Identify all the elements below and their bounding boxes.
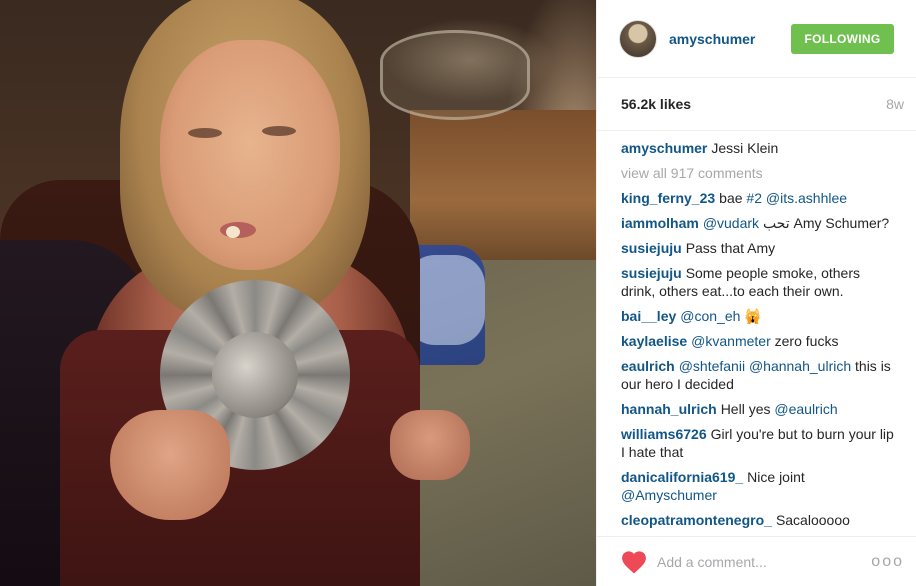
comment-username[interactable]: williams6726 (621, 426, 707, 442)
post-photo[interactable] (0, 0, 596, 586)
avatar[interactable] (619, 19, 657, 58)
photo-right-eye (262, 126, 296, 136)
photo-hand-right (390, 410, 470, 480)
author-username[interactable]: amyschumer (669, 31, 791, 47)
comment-text: تحب Amy Schumer? (759, 215, 890, 231)
comment-username[interactable]: hannah_ulrich (621, 401, 717, 417)
caption-text: Jessi Klein (711, 140, 779, 156)
comment-username[interactable]: kaylaelise (621, 333, 687, 349)
comment-username[interactable]: danicalifornia619_ (621, 469, 743, 485)
view-all-item: view all 917 comments (621, 164, 894, 182)
comment-text: 🙀 (740, 308, 762, 324)
photo-wood-floor (410, 110, 596, 260)
post-stats: 56.2k likes 8w (597, 78, 916, 130)
comment-item: bai__ley @con_eh 🙀 (621, 307, 894, 325)
comment-mention[interactable]: @kvanmeter (691, 333, 771, 349)
comment-item: eaulrich @shtefanii @hannah_ulrich this i… (621, 357, 894, 393)
comment-mention[interactable]: @Amyschumer (621, 487, 717, 503)
more-options-icon[interactable]: ooo (871, 553, 904, 571)
view-all-comments-link[interactable]: view all 917 comments (621, 164, 894, 182)
comment-item: hannah_ulrich Hell yes @eaulrich (621, 400, 894, 418)
following-button[interactable]: FOLLOWING (791, 23, 894, 54)
comment-item: williams6726 Girl you're but to burn your… (621, 425, 894, 461)
comment-item: king_ferny_23 bae #2 @its.ashhlee (621, 189, 894, 207)
comment-items: king_ferny_23 bae #2 @its.ashhlee iammolha… (621, 189, 894, 529)
comment-item: kaylaelise @kvanmeter zero fucks (621, 332, 894, 350)
comment-username[interactable]: susiejuju (621, 240, 682, 256)
comment-text: Nice joint (747, 469, 805, 485)
caption: amyschumer Jessi Klein (621, 139, 894, 157)
likes-count[interactable]: 56.2k likes (621, 96, 691, 112)
caption-username[interactable]: amyschumer (621, 140, 707, 156)
photo-framed-picture (212, 332, 298, 418)
comment-text: Sacalooooo (775, 512, 850, 528)
comments-list[interactable]: amyschumer Jessi Klein view all 917 comme… (597, 130, 916, 536)
post-header: amyschumer FOLLOWING (597, 0, 916, 78)
comment-item: danicalifornia619_ Nice joint @Amyschumer (621, 468, 894, 504)
photo-hand (110, 410, 230, 520)
comment-mention[interactable]: @eaulrich (774, 401, 837, 417)
comment-text: zero fucks (770, 333, 839, 349)
photo-left-eye (188, 128, 222, 138)
comment-mention[interactable]: @con_eh (680, 308, 740, 324)
comment-username[interactable]: susiejuju (621, 265, 682, 281)
post-footer: ooo (597, 536, 916, 586)
comment-item: iammolham @vudark تحب Amy Schumer? (621, 214, 894, 232)
comment-text: bae (719, 190, 747, 206)
comment-username[interactable]: iammolham (621, 215, 699, 231)
instagram-post: amyschumer FOLLOWING 56.2k likes 8w amys… (0, 0, 916, 586)
post-sidebar: amyschumer FOLLOWING 56.2k likes 8w amys… (596, 0, 916, 586)
heart-icon[interactable] (621, 550, 647, 574)
comment-mention[interactable]: @hannah_ulrich (749, 358, 851, 374)
comment-username[interactable]: cleopatramontenegro_ (621, 512, 772, 528)
comment-username[interactable]: king_ferny_23 (621, 190, 715, 206)
comment-mention[interactable]: @vudark (703, 215, 759, 231)
comment-username[interactable]: bai__ley (621, 308, 676, 324)
post-age[interactable]: 8w (886, 96, 904, 112)
comment-text: Pass that Amy (685, 240, 776, 256)
comment-username[interactable]: eaulrich (621, 358, 675, 374)
comment-mention[interactable]: @its.ashhlee (766, 190, 847, 206)
comment-item: cleopatramontenegro_ Sacalooooo (621, 511, 894, 529)
photo-joint (226, 226, 240, 238)
photo-glass-table (380, 30, 530, 120)
comment-item: susiejuju Pass that Amy (621, 239, 894, 257)
comment-mention[interactable]: @shtefanii (679, 358, 745, 374)
comment-text: Hell yes (720, 401, 775, 417)
add-comment-input[interactable] (657, 553, 872, 570)
comment-hashtag[interactable]: #2 (746, 190, 762, 206)
comment-item: susiejuju Some people smoke, others drink… (621, 264, 894, 300)
